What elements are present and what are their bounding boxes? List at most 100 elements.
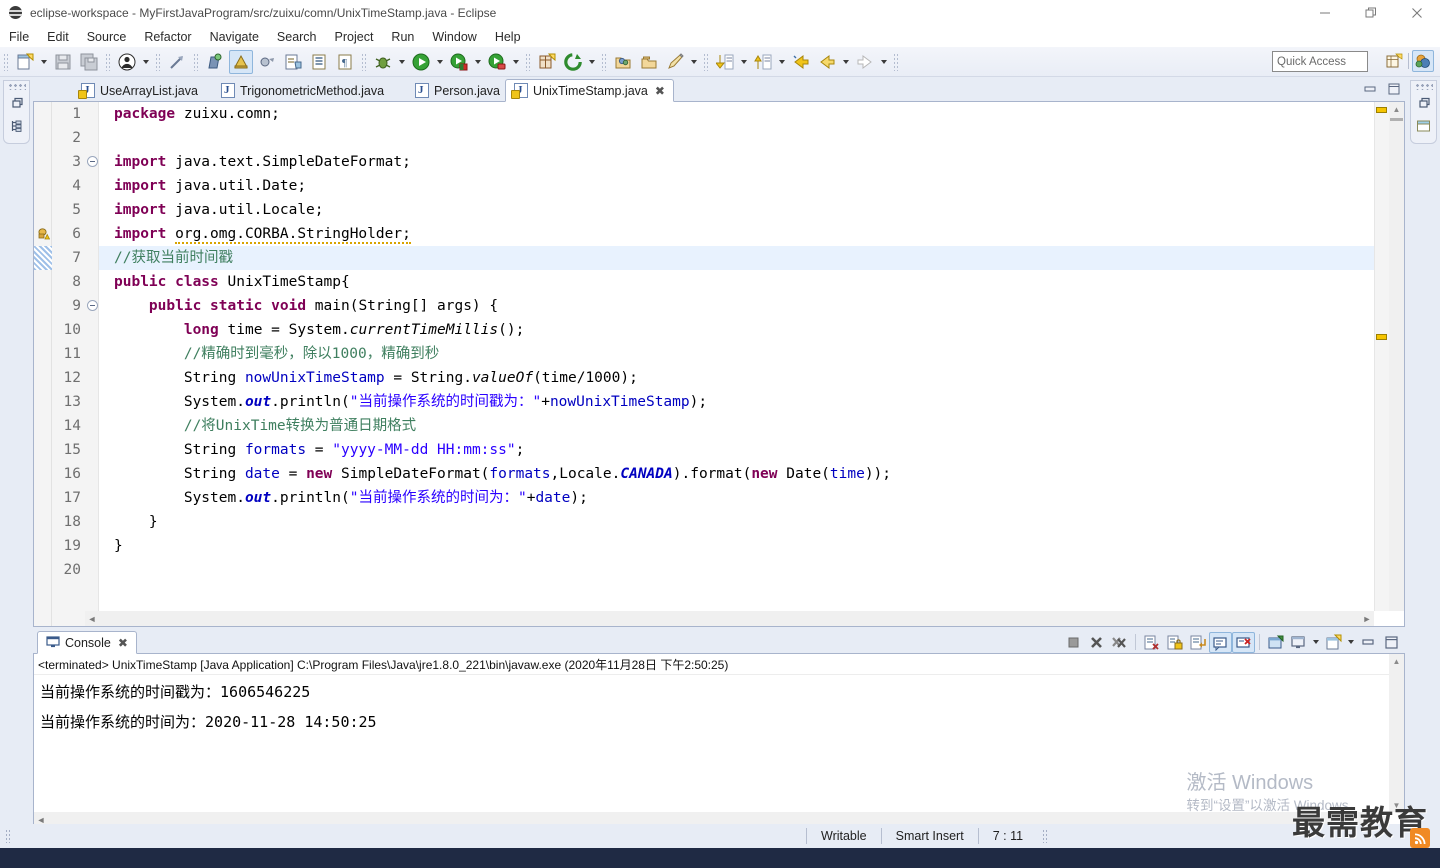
previous-annotation-icon[interactable] [713, 50, 737, 74]
new-class-icon[interactable] [255, 50, 279, 74]
scroll-up-icon[interactable]: ▲ [1389, 102, 1404, 116]
close-icon[interactable]: ✖ [655, 84, 665, 98]
fastview-grip-right[interactable] [1414, 83, 1433, 90]
code-editor[interactable]: 1 2 3 4 5 6 7 8 9 10 11 12 13 14 15 16 17 18 19 20 package … [33, 102, 1405, 627]
fastview-grip[interactable] [7, 83, 26, 90]
pin-console-icon[interactable] [1264, 632, 1287, 653]
editor-tab-trigonometricmethod[interactable]: J TrigonometricMethod.java [213, 79, 392, 102]
chevron-down-icon[interactable] [840, 50, 852, 74]
overview-warning-marker[interactable] [1376, 334, 1387, 340]
terminate-icon[interactable] [1062, 632, 1085, 653]
code-line[interactable]: System.out.println("当前操作系统的时间为："+date); [99, 486, 1404, 510]
scroll-lock-icon[interactable] [1163, 632, 1186, 653]
toolbar-grip[interactable] [601, 52, 607, 71]
code-line[interactable]: public static void main(String[] args) { [99, 294, 1404, 318]
editor-tab-usearraylist[interactable]: J UseArrayList.java [73, 79, 206, 102]
menu-item-edit[interactable]: Edit [38, 29, 78, 45]
scroll-down-icon[interactable]: ▼ [1389, 798, 1404, 812]
clear-console-icon[interactable] [1140, 632, 1163, 653]
forward-icon[interactable] [853, 50, 877, 74]
open-console-icon[interactable] [1322, 632, 1345, 653]
code-line[interactable]: System.out.println("当前操作系统的时间戳为："+nowUni… [99, 390, 1404, 414]
menu-item-search[interactable]: Search [268, 29, 326, 45]
menu-item-file[interactable]: File [0, 29, 38, 45]
fold-toggle-icon[interactable] [85, 150, 98, 174]
open-task-icon[interactable] [307, 50, 331, 74]
fold-toggle-icon[interactable] [85, 294, 98, 318]
maximize-restore-button[interactable] [1348, 0, 1394, 26]
vertical-scroll-thumb[interactable] [1390, 118, 1403, 121]
menu-item-help[interactable]: Help [486, 29, 530, 45]
outline-view-icon[interactable] [1414, 116, 1434, 136]
green-refresh-icon[interactable] [561, 50, 585, 74]
chevron-down-icon[interactable] [396, 50, 408, 74]
chevron-down-icon[interactable] [688, 50, 700, 74]
new-table-icon[interactable] [535, 50, 559, 74]
code-line[interactable]: import java.util.Locale; [99, 198, 1404, 222]
next-annotation-icon[interactable] [751, 50, 775, 74]
pencil-icon[interactable] [663, 50, 687, 74]
menu-item-project[interactable]: Project [326, 29, 383, 45]
chevron-down-icon[interactable] [586, 50, 598, 74]
menu-item-run[interactable]: Run [382, 29, 423, 45]
debug-icon[interactable] [371, 50, 395, 74]
scroll-right-icon[interactable]: ► [1360, 614, 1374, 624]
code-line[interactable]: //精确时到毫秒，除以1000，精确到秒 [99, 342, 1404, 366]
editor-overview-ruler[interactable] [1374, 102, 1389, 611]
new-java-project-icon[interactable] [203, 50, 227, 74]
overview-warning-marker[interactable] [1376, 107, 1387, 113]
save-all-icon[interactable] [77, 50, 101, 74]
scroll-up-icon[interactable]: ▲ [1389, 654, 1404, 668]
code-line[interactable]: long time = System.currentTimeMillis(); [99, 318, 1404, 342]
minimize-view-icon[interactable] [1361, 80, 1379, 98]
maximize-view-icon[interactable] [1385, 80, 1403, 98]
code-line[interactable]: //将UnixTime转换为普通日期格式 [99, 414, 1404, 438]
coverage-icon[interactable] [485, 50, 509, 74]
code-line[interactable]: String nowUnixTimeStamp = String.valueOf… [99, 366, 1404, 390]
editor-code-content[interactable]: package zuixu.comn; import java.text.Sim… [99, 102, 1404, 626]
open-folder-icon[interactable] [611, 50, 635, 74]
close-icon[interactable]: ✖ [118, 636, 128, 650]
code-line[interactable]: } [99, 534, 1404, 558]
toolbar-grip[interactable] [193, 52, 199, 71]
code-line[interactable] [99, 126, 1404, 150]
package-explorer-icon[interactable] [7, 116, 27, 136]
scroll-left-icon[interactable]: ◄ [85, 614, 99, 624]
show-console-on-output-icon[interactable] [1209, 631, 1232, 653]
toolbar-grip[interactable] [893, 52, 899, 71]
chevron-down-icon[interactable] [140, 50, 152, 74]
person-icon[interactable] [115, 50, 139, 74]
minimize-button[interactable] [1302, 0, 1348, 26]
editor-folding-gutter[interactable] [85, 102, 99, 626]
restore-view-icon[interactable] [1414, 93, 1434, 113]
open-perspective-icon[interactable] [1383, 50, 1405, 72]
chevron-down-icon[interactable] [776, 50, 788, 74]
code-line[interactable]: import java.text.SimpleDateFormat; [99, 150, 1404, 174]
run-external-tools-icon[interactable] [447, 50, 471, 74]
code-line[interactable]: import java.util.Date; [99, 174, 1404, 198]
chevron-down-icon[interactable] [878, 50, 890, 74]
menu-item-window[interactable]: Window [423, 29, 485, 45]
show-console-on-error-icon[interactable] [1232, 631, 1255, 653]
maximize-view-icon[interactable] [1380, 632, 1403, 653]
open-type-icon[interactable] [281, 50, 305, 74]
tab-console[interactable]: Console ✖ [37, 631, 137, 654]
code-line[interactable]: import org.omg.CORBA.StringHolder; [99, 222, 1404, 246]
editor-vertical-scrollbar[interactable]: ▲ [1389, 102, 1404, 611]
horizontal-scroll-track[interactable] [99, 611, 1360, 626]
editor-tab-unixtimestamp[interactable]: J UnixTimeStamp.java ✖ [505, 79, 674, 102]
minimize-view-icon[interactable] [1357, 632, 1380, 653]
display-selected-console-icon[interactable] [1287, 632, 1310, 653]
word-wrap-icon[interactable] [1186, 632, 1209, 653]
code-line[interactable] [99, 558, 1404, 582]
chevron-down-icon[interactable] [38, 50, 50, 74]
code-line[interactable]: package zuixu.comn; [99, 102, 1404, 126]
console-body[interactable]: <terminated> UnixTimeStamp [Java Applica… [33, 654, 1405, 828]
editor-horizontal-scrollbar[interactable]: ◄ ► [85, 611, 1374, 626]
chevron-down-icon[interactable] [472, 50, 484, 74]
back-icon[interactable] [815, 50, 839, 74]
java-perspective-icon[interactable] [1412, 50, 1434, 72]
console-vertical-scrollbar[interactable]: ▲ ▼ [1389, 654, 1404, 812]
run-icon[interactable] [409, 50, 433, 74]
code-line[interactable]: public class UnixTimeStamp{ [99, 270, 1404, 294]
